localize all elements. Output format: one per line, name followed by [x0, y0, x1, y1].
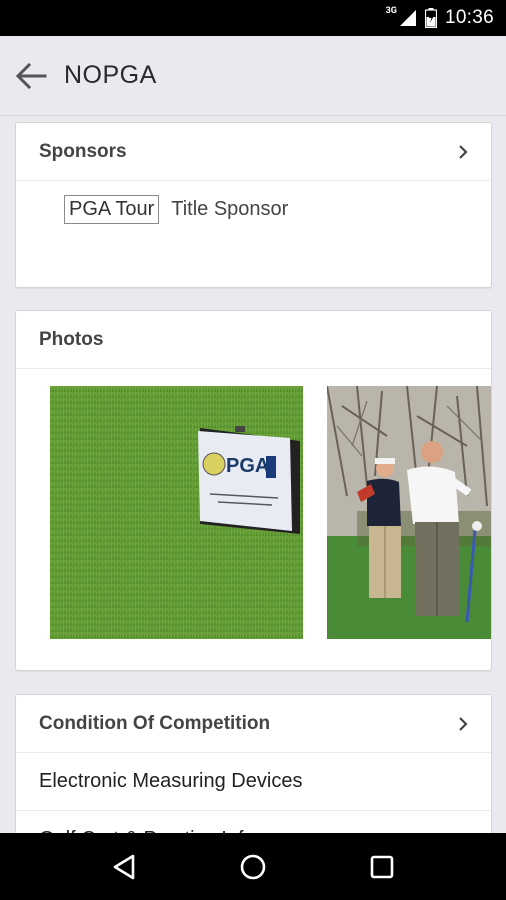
conditions-header[interactable]: Condition Of Competition [16, 695, 491, 753]
sponsors-title: Sponsors [39, 140, 127, 162]
nav-recents-button[interactable] [360, 845, 404, 889]
sponsor-logo: PGA Tour [64, 195, 160, 224]
sponsors-card: Sponsors PGA Tour Title Sponsor [15, 122, 492, 288]
recents-square-icon [370, 855, 393, 878]
status-bar: 3G 10:36 [0, 0, 506, 36]
photos-header: Photos [16, 311, 491, 369]
home-circle-icon [240, 854, 266, 879]
list-item[interactable]: Electronic Measuring Devices [16, 753, 491, 811]
photo-golfers[interactable] [327, 386, 491, 639]
nav-home-button[interactable] [231, 845, 275, 889]
clock: 10:36 [444, 7, 494, 28]
chevron-right-icon [455, 142, 471, 162]
arrow-back-icon [15, 62, 47, 89]
photos-title: Photos [39, 328, 104, 350]
back-button[interactable] [14, 59, 48, 93]
navigation-bar [0, 833, 506, 900]
photo-carousel[interactable]: PGA [16, 369, 491, 669]
conditions-title: Condition Of Competition [39, 712, 271, 734]
sign-text: PGA [226, 455, 269, 477]
content-scroll[interactable]: Sponsors PGA Tour Title Sponsor Photos P… [0, 117, 506, 833]
back-triangle-icon [114, 854, 135, 879]
photo-tee-sign[interactable]: PGA [50, 386, 303, 639]
app-bar: NOPGA [0, 36, 506, 116]
sponsor-item[interactable]: PGA Tour Title Sponsor [16, 181, 491, 224]
network-type: 3G [385, 6, 397, 16]
sponsors-header[interactable]: Sponsors [16, 123, 491, 181]
photos-card: Photos PGA [15, 310, 492, 671]
nav-back-button[interactable] [102, 845, 146, 889]
conditions-card: Condition Of Competition Electronic Meas… [15, 694, 492, 833]
chevron-right-icon [455, 714, 471, 734]
sponsor-role: Title Sponsor [171, 198, 289, 220]
page-title: NOPGA [64, 61, 157, 89]
signal-icon [399, 9, 417, 27]
list-item[interactable]: Golf Cart & Practice Info [16, 811, 491, 833]
battery-icon [424, 8, 437, 28]
